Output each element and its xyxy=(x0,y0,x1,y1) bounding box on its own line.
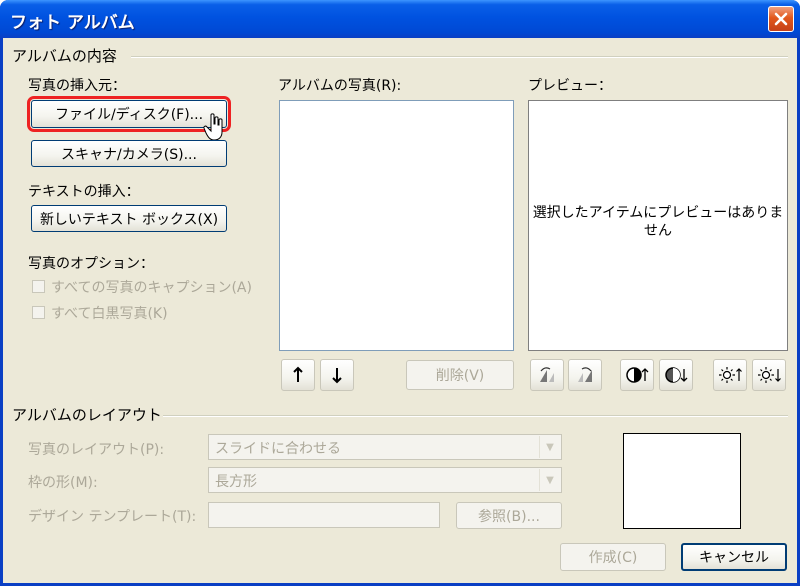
chevron-down-icon: ▼ xyxy=(539,436,560,458)
mouse-cursor-icon xyxy=(203,113,223,141)
brightness-down-button[interactable] xyxy=(752,359,786,391)
arrow-up-icon xyxy=(293,366,303,382)
contrast-up-button[interactable] xyxy=(620,359,654,391)
caption-checkbox-label: すべての写真のキャプション(A) xyxy=(51,280,252,296)
album-contents-title: アルバムの内容 xyxy=(12,47,117,65)
bw-checkbox[interactable] xyxy=(32,306,45,319)
frame-shape-select[interactable]: 長方形 ▼ xyxy=(208,467,562,493)
window-title: フォト アルバム xyxy=(10,13,135,33)
move-down-button[interactable] xyxy=(320,359,354,391)
close-button[interactable] xyxy=(768,6,794,32)
file-disk-button[interactable]: ファイル/ディスク(F)... xyxy=(27,96,231,132)
arrow-down-icon xyxy=(332,368,342,384)
close-icon xyxy=(774,12,788,26)
rotate-right-icon xyxy=(578,367,592,382)
scanner-camera-button[interactable]: スキャナ/カメラ(S)... xyxy=(31,140,227,167)
picture-layout-label: 写真のレイアウト(P): xyxy=(28,442,165,458)
create-button[interactable]: 作成(C) xyxy=(560,543,666,571)
rotate-right-button[interactable] xyxy=(568,359,602,391)
frame-shape-label: 枠の形(M): xyxy=(28,475,98,491)
album-layout-title: アルバムのレイアウト xyxy=(12,406,162,424)
album-photos-list[interactable] xyxy=(279,100,514,351)
album-contents-divider xyxy=(131,56,788,58)
album-layout-divider xyxy=(163,415,788,417)
contrast-down-button[interactable] xyxy=(659,359,693,391)
move-up-button[interactable] xyxy=(281,359,315,391)
brightness-up-button[interactable] xyxy=(713,359,747,391)
insert-text-label: テキストの挿入： xyxy=(28,184,140,200)
layout-preview-box xyxy=(623,433,741,529)
chevron-down-icon: ▼ xyxy=(539,469,560,491)
title-bar[interactable]: フォト アルバム xyxy=(0,0,800,38)
frame-shape-value: 長方形 xyxy=(215,474,257,490)
brightness-down-icon xyxy=(758,367,781,383)
insert-from-label: 写真の挿入元： xyxy=(28,78,126,94)
bw-checkbox-label: すべて白黒写真(K) xyxy=(51,306,168,322)
album-photos-label: アルバムの写真(R): xyxy=(278,78,402,94)
rotate-left-icon xyxy=(540,367,554,382)
brightness-up-icon xyxy=(719,367,742,383)
picture-layout-select[interactable]: スライドに合わせる ▼ xyxy=(208,434,562,460)
picture-layout-value: スライドに合わせる xyxy=(215,441,341,457)
design-template-field[interactable] xyxy=(208,502,440,528)
caption-checkbox[interactable] xyxy=(32,280,45,293)
design-template-label: デザイン テンプレート(T): xyxy=(28,509,197,525)
browse-button[interactable]: 参照(B)... xyxy=(456,502,562,529)
contrast-down-icon xyxy=(665,367,688,383)
preview-label: プレビュー： xyxy=(528,78,612,94)
delete-button[interactable]: 削除(V) xyxy=(406,360,514,390)
cancel-button[interactable]: キャンセル xyxy=(681,543,787,571)
rotate-left-button[interactable] xyxy=(530,359,564,391)
contrast-up-icon xyxy=(626,367,649,383)
preview-message: 選択したアイテムにプレビューはありません xyxy=(532,205,784,239)
photo-options-label: 写真のオプション： xyxy=(28,256,154,272)
photo-album-dialog: フォト アルバム アルバムの内容 写真の挿入元： ファイル/ディスク(F)...… xyxy=(0,0,800,586)
new-textbox-button[interactable]: 新しいテキスト ボックス(X) xyxy=(31,205,227,232)
